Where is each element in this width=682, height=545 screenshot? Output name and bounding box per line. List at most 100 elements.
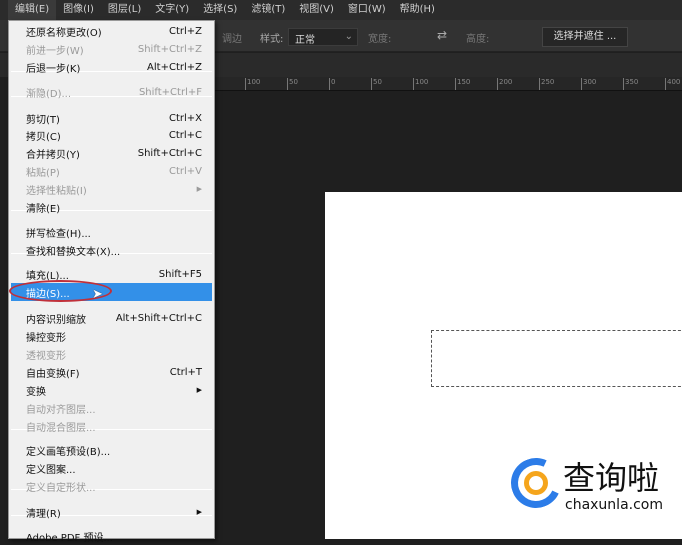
swap-icon[interactable]: ⇄ [437,28,447,42]
menu-item[interactable]: 变换 ▶ [11,381,212,399]
ruler-tick: 200 [497,78,512,90]
menu-item-label: 前进一步(W) [26,45,84,57]
menubar: 编辑(E) 图像(I) 图层(L) 文字(Y) 选择(S) 滤镜(T) 视图(V) 窗口(W)… [0,0,682,20]
menu-item-shortcut: Shift+F5 [158,268,202,280]
menu-item-shortcut: Ctrl+X [168,112,202,124]
menu-item[interactable]: 自动对齐图层... [11,399,212,417]
menu-item-label: 查找和替换文本(X)... [26,246,121,258]
submenu-arrow-icon: ▶ [196,508,202,516]
menu-item-label: 粘贴(P) [26,167,60,179]
menu-item[interactable]: 自由变换(F) Ctrl+T [11,363,212,381]
ruler-tick: 100 [413,78,428,90]
menu-item-shortcut: Ctrl+Z [168,25,202,37]
menu-item[interactable]: 查找和替换文本(X)... [11,241,212,259]
menu-6[interactable]: 视图(V) [292,0,341,20]
menu-item[interactable]: Adobe PDF 预设... [11,527,212,545]
ruler-tick: 50 [371,78,382,90]
menu-item[interactable]: 自动混合图层... [11,417,212,435]
style-value: 正常 [295,35,315,46]
menu-item[interactable]: 定义画笔预设(B)... [11,441,212,459]
menu-item-label: 后退一步(K) [26,63,81,75]
menu-item-label: 自动混合图层... [26,422,96,434]
select-and-mask-button[interactable]: 选择并遮住 ... [542,27,628,47]
menu-item[interactable]: 拷贝(C) Ctrl+C [11,126,212,144]
menu-item-label: 清理(R) [26,508,61,520]
menu-item[interactable]: 拼写检查(H)... [11,223,212,241]
menu-item-label: 剪切(T) [26,114,60,126]
menu-8[interactable]: 帮助(H) [393,0,442,20]
watermark-domain: chaxunla.com [565,497,663,513]
menu-7[interactable]: 窗口(W) [341,0,393,20]
menu-item-label: 还原名称更改(O) [26,27,102,39]
menu-item-label: 操控变形 [26,332,66,344]
menu-item-shortcut: Shift+Ctrl+Z [137,43,202,55]
ruler-tick: 150 [455,78,470,90]
height-label: 高度: [466,34,490,45]
ruler-tick: 350 [623,78,638,90]
menu-item-label: Adobe PDF 预设... [26,532,114,544]
menu-item-label: 内容识别缩放 [26,314,86,326]
logo-magnifier-icon [524,471,548,495]
menu-item[interactable]: 后退一步(K) Alt+Ctrl+Z [11,58,212,76]
menu-item-label: 拼写检查(H)... [26,228,91,240]
menu-item-label: 合并拷贝(Y) [26,149,80,161]
menu-item[interactable]: 粘贴(P) Ctrl+V [11,162,212,180]
menu-item[interactable]: 还原名称更改(O) Ctrl+Z [11,22,212,40]
cursor-icon: ➤ [92,287,103,302]
ruler-tick: 300 [581,78,596,90]
menu-item-label: 自动对齐图层... [26,404,96,416]
menu-item[interactable]: 选择性粘贴(I) ▶ [11,180,212,198]
submenu-arrow-icon: ▶ [196,185,202,193]
menu-item-label: 定义画笔预设(B)... [26,446,111,458]
rectangular-selection [431,330,682,387]
menu-item-shortcut: Ctrl+T [169,366,202,378]
menu-item-label: 拷贝(C) [26,131,61,143]
menu-item[interactable]: 定义自定形状... [11,477,212,495]
menu-item-shortcut: Alt+Ctrl+Z [147,61,202,73]
menu-item[interactable]: 内容识别缩放 Alt+Shift+Ctrl+C [11,309,212,327]
ruler-tick: 0 [329,78,335,90]
menu-0[interactable]: 编辑(E) [8,0,57,20]
menu-item[interactable]: 操控变形 [11,327,212,345]
edit-menu: 还原名称更改(O) Ctrl+Z 前进一步(W) Shift+Ctrl+Z 后退一步(K… [8,20,215,544]
watermark-name: 查询啦 [563,459,660,497]
menu-item-label: 自由变换(F) [26,368,80,380]
menu-item[interactable]: 剪切(T) Ctrl+X [11,109,212,127]
ruler-tick: 50 [287,78,298,90]
menu-item[interactable]: 定义图案... [11,459,212,477]
menu-item-shortcut: Shift+Ctrl+C [137,147,202,159]
menu-item-label: 透视变形 [26,350,66,362]
menu-5[interactable]: 滤镜(T) [244,0,292,20]
menu-item-label: 定义图案... [26,464,76,476]
menu-item[interactable]: 前进一步(W) Shift+Ctrl+Z [11,40,212,58]
menu-item-label: 定义自定形状... [26,482,96,494]
menu-item-shortcut: Alt+Shift+Ctrl+C [115,312,202,324]
horizontal-ruler: 100 50 0 50 100 150 200 250 300 350 400 [214,77,682,91]
ruler-tick: 100 [245,78,260,90]
menu-2[interactable]: 图层(L) [101,0,148,20]
width-label: 宽度: [368,34,392,45]
menu-3[interactable]: 文字(Y) [148,0,196,20]
menu-item[interactable]: 渐隐(D)... Shift+Ctrl+F [11,83,212,101]
menu-item-label: 选择性粘贴(I) [26,185,87,197]
menu-item-shortcut: Ctrl+V [168,165,202,177]
style-select[interactable]: 正常 ⌄ [288,28,358,46]
chevron-down-icon: ⌄ [344,31,353,42]
feather-label: 调边 [222,34,242,45]
menu-item[interactable]: 合并拷贝(Y) Shift+Ctrl+C [11,144,212,162]
menu-item-shortcut: Ctrl+C [168,129,202,141]
menu-item[interactable]: 清除(E) [11,198,212,216]
menu-item-label: 清除(E) [26,203,61,215]
ruler-tick: 400 [665,78,680,90]
ruler-tick: 250 [539,78,554,90]
submenu-arrow-icon: ▶ [196,386,202,394]
menu-item-label: 变换 [26,386,46,398]
style-label: 样式: [260,34,284,45]
menu-item[interactable]: 透视变形 [11,345,212,363]
menu-item-shortcut: Shift+Ctrl+F [138,86,202,98]
menu-4[interactable]: 选择(S) [196,0,244,20]
menu-item-label: 渐隐(D)... [26,88,72,100]
menu-1[interactable]: 图像(I) [56,0,101,20]
menu-item[interactable]: 清理(R) ▶ [11,503,212,521]
watermark-logo: 查询啦 chaxunla.com [503,450,675,525]
